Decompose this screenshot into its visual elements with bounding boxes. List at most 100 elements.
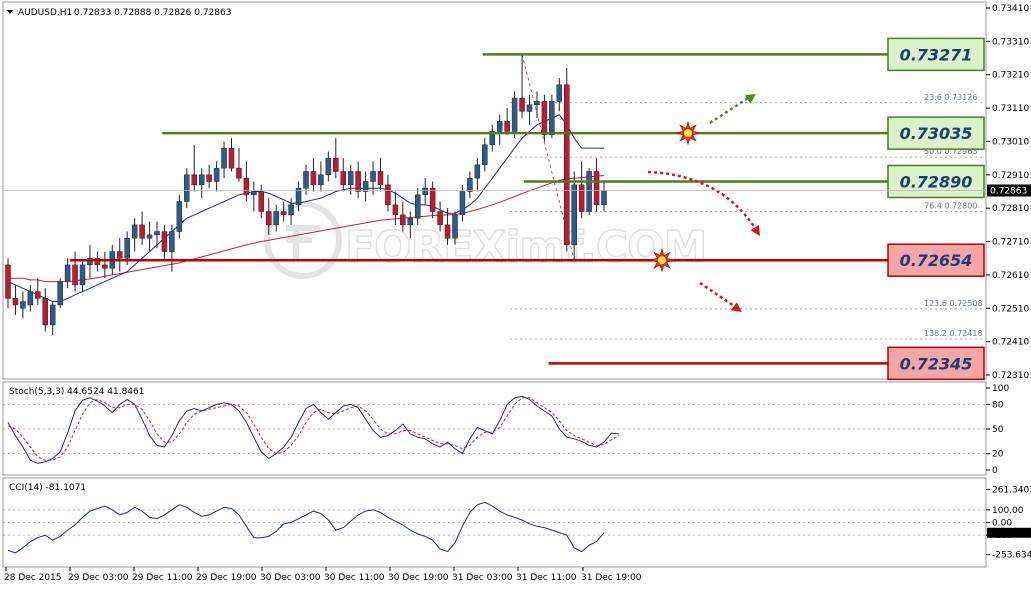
time-tick-label: 28 Dec 2015 <box>4 573 62 583</box>
bull-candle-body <box>467 177 473 192</box>
bull-candle-body <box>154 231 160 236</box>
chart-header: AUDUSD,H1 0.72833 0.72888 0.72826 0.7286… <box>7 8 231 18</box>
cci-label: CCI(14) -81.1071 <box>9 483 86 493</box>
bull-candle-body <box>474 164 481 179</box>
bull-candle-body <box>601 190 607 206</box>
bull-candle-body <box>79 264 86 286</box>
bull-candle-body <box>482 144 488 166</box>
stochastic-label: Stoch(5,3,3) 44.6524 41.8461 <box>9 387 144 397</box>
bear-candle-body <box>310 171 317 186</box>
bear-candle-body <box>392 204 399 216</box>
price-tick-label: 0.72510 <box>992 304 1029 314</box>
bear-candle-body <box>35 291 41 299</box>
bull-candle-body <box>511 97 518 132</box>
bull-candle-body <box>20 301 26 309</box>
candle <box>564 68 570 252</box>
level-value: 0.73035 <box>900 124 973 143</box>
bear-candle-body <box>258 191 265 212</box>
time-tick-label: 29 Dec 11:00 <box>132 573 193 583</box>
bear-candle-body <box>355 171 361 192</box>
time-tick-label: 31 Dec 19:00 <box>581 573 642 583</box>
bull-candle-body <box>526 104 533 112</box>
stoch-tick-label: 80 <box>992 400 1004 410</box>
bull-candle-body <box>198 174 205 186</box>
price-tick-label: 0.73010 <box>992 137 1029 147</box>
bull-candle-body <box>325 157 332 176</box>
bull-candle-body <box>184 174 190 202</box>
price-tick-label: 0.73310 <box>992 37 1029 47</box>
symbol-label: AUDUSD,H1 <box>18 8 72 18</box>
bear-candle-body <box>541 101 548 136</box>
bull-candle-body <box>586 171 592 212</box>
bull-candle-body <box>415 194 421 219</box>
price-tick-label: 0.72310 <box>992 371 1029 381</box>
candle <box>541 94 548 142</box>
time-tick-label: 29 Dec 03:00 <box>68 573 129 583</box>
bear-candle-body <box>564 84 570 246</box>
bull-candle-body <box>347 171 354 186</box>
time-tick-label: 29 Dec 19:00 <box>196 573 257 583</box>
level-value: 0.72654 <box>900 251 973 270</box>
candle <box>511 91 518 139</box>
price-tick-label: 0.72910 <box>992 171 1029 181</box>
stoch-tick-label: 0 <box>992 466 998 476</box>
bear-candle-body <box>117 251 123 259</box>
time-tick-label: 30 Dec 03:00 <box>260 573 321 583</box>
bear-candle-body <box>340 171 346 186</box>
price-tick-label: 0.73410 <box>992 4 1029 14</box>
fib-level-label: 138.2 0.72418 <box>924 329 983 338</box>
bear-candle-body <box>385 184 391 206</box>
time-tick-label: 30 Dec 19:00 <box>388 573 449 583</box>
bear-candle-body <box>161 231 168 252</box>
level-value: 0.72345 <box>900 354 973 373</box>
bear-candle-body <box>519 97 525 112</box>
bull-candle-body <box>318 174 324 186</box>
chart-canvas: FOREXimf.COM 23.6 0.7312650.0 0.7296376.… <box>0 0 1031 589</box>
bear-candle-body <box>578 184 585 212</box>
bull-candle-body <box>57 281 63 306</box>
bull-candle-body <box>407 217 414 226</box>
bear-candle-body <box>243 177 250 196</box>
cci-tick-label: 0.00 <box>992 519 1012 529</box>
bull-candle-body <box>571 184 577 246</box>
bull-candle-body <box>49 304 56 326</box>
bull-candle-body <box>146 234 153 239</box>
bull-candle-body <box>273 211 279 226</box>
burst-core <box>658 256 666 265</box>
level-value: 0.72890 <box>900 172 973 191</box>
bear-candle-body <box>377 171 384 186</box>
bear-candle-body <box>139 224 145 239</box>
bear-candle-body <box>266 211 272 226</box>
bear-candle-body <box>206 174 212 182</box>
bear-candle-body <box>5 264 11 299</box>
stoch-tick-label: 100 <box>992 384 1009 394</box>
bear-candle-body <box>400 214 406 226</box>
bull-candle-body <box>303 171 309 189</box>
price-tick-label: 0.73110 <box>992 104 1029 114</box>
burst-core <box>684 129 692 138</box>
bear-candle-body <box>236 167 242 179</box>
stoch-tick-label: 50 <box>992 425 1004 435</box>
cci-tick-label: 261.3403 <box>992 485 1031 495</box>
bull-candle-body <box>556 84 563 102</box>
price-tick-label: 0.72410 <box>992 338 1029 348</box>
bull-candle-body <box>534 101 540 106</box>
bear-candle-body <box>228 147 235 169</box>
fib-level-label: 123.6 0.72508 <box>924 299 983 308</box>
fib-level-label: 76.4 0.72800 <box>924 202 977 211</box>
candle <box>549 94 555 139</box>
burst-icon <box>675 120 701 146</box>
bull-candle-body <box>422 187 428 196</box>
bear-candle-body <box>593 171 600 206</box>
bull-candle-body <box>131 224 138 239</box>
stoch-tick-label: 20 <box>992 450 1004 460</box>
bear-candle-body <box>504 121 510 132</box>
time-tick-label: 31 Dec 11:00 <box>516 573 577 583</box>
bull-candle-body <box>221 147 227 169</box>
cci-tick-label: 100.00 <box>992 506 1024 516</box>
bull-candle-body <box>370 171 376 182</box>
trading-chart[interactable]: FOREXimf.COM 23.6 0.73126 50.0 0.72963 76.… <box>0 0 1031 589</box>
time-tick-label: 31 Dec 03:00 <box>452 573 513 583</box>
bull-candle-body <box>169 231 175 252</box>
candle <box>586 168 592 215</box>
